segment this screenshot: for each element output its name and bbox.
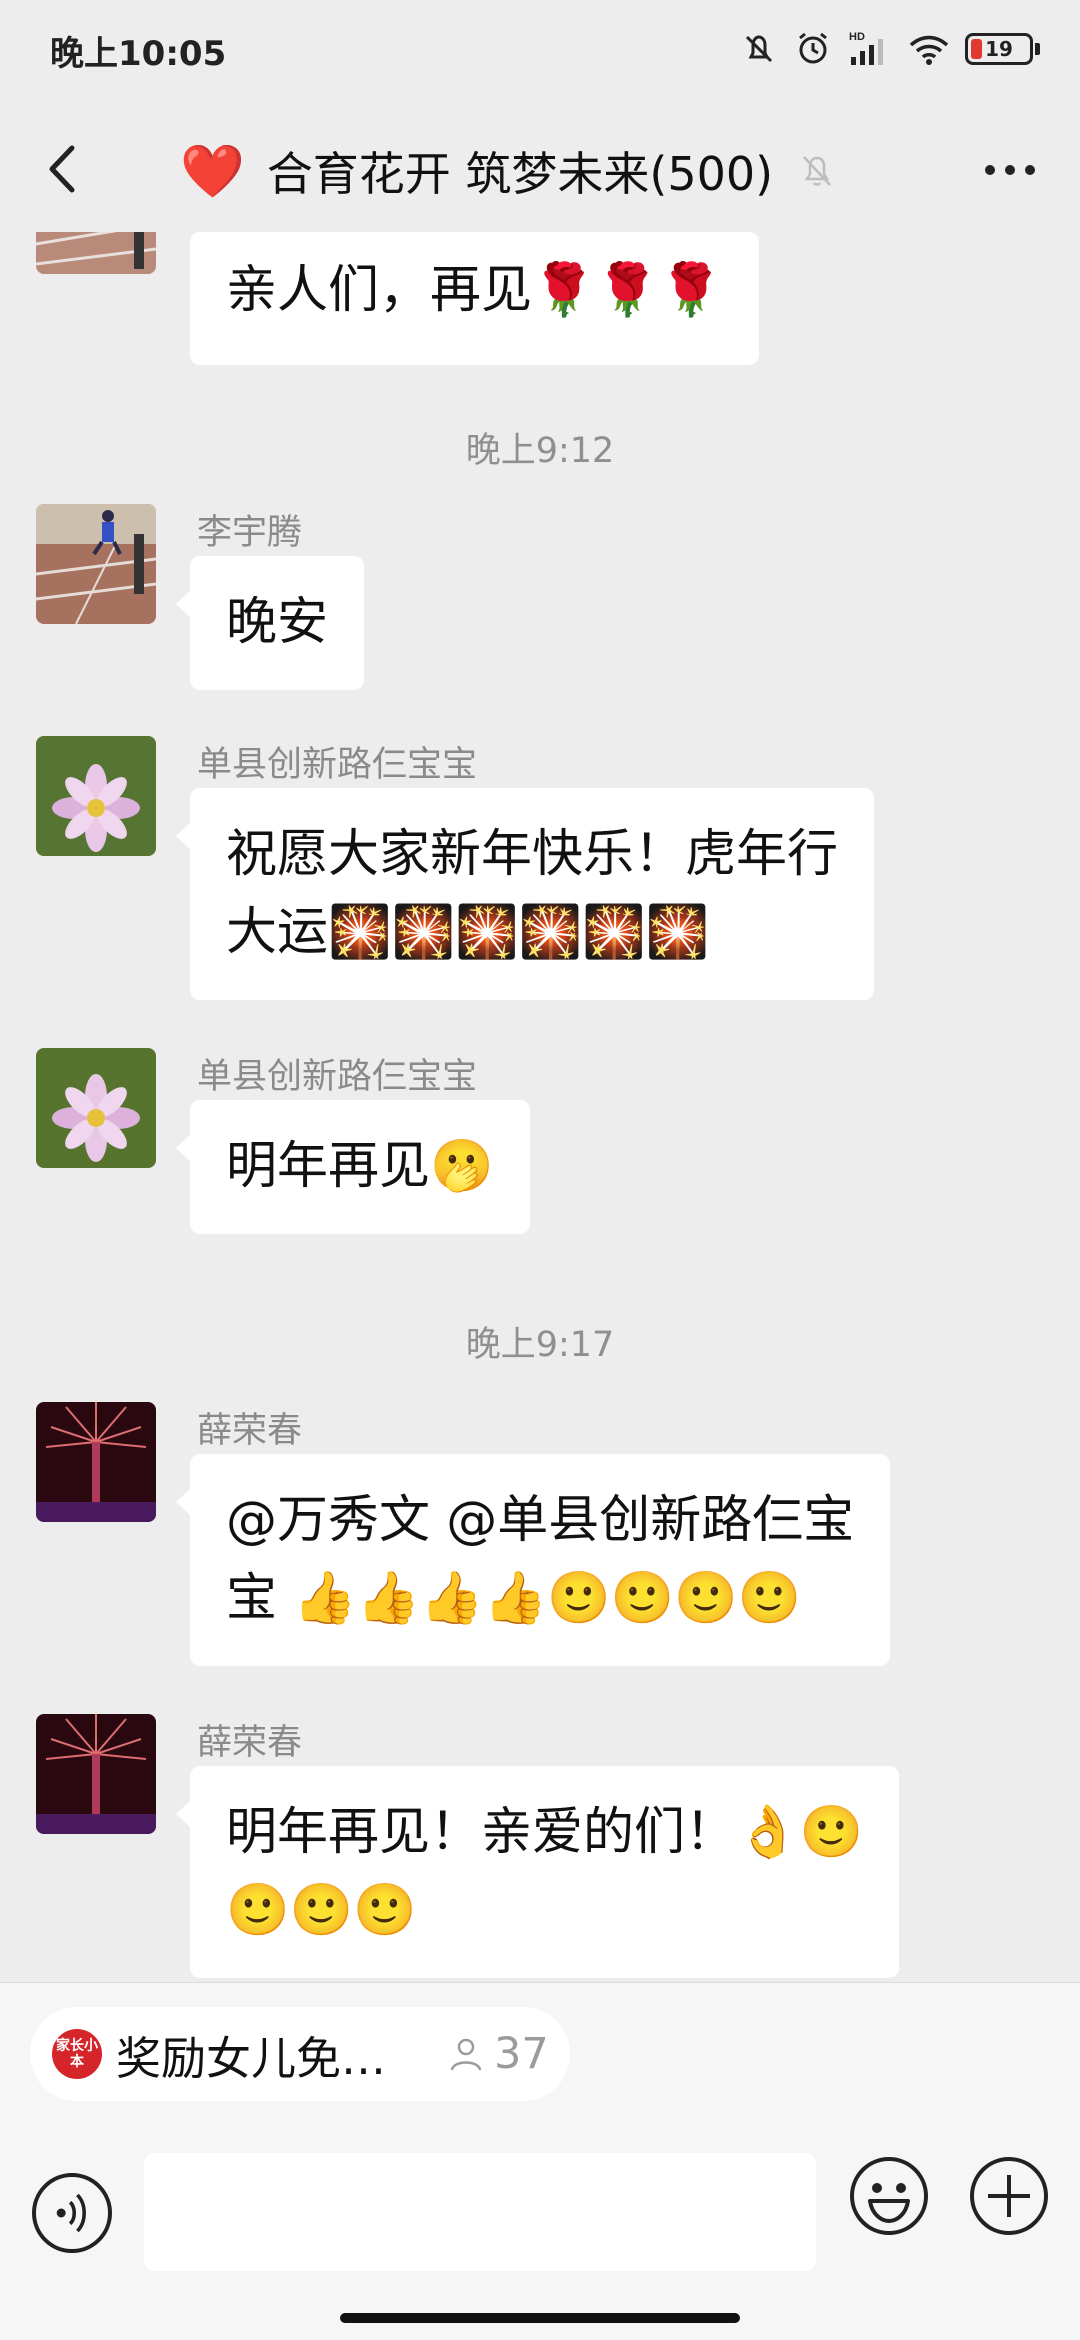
sender-name: 李宇腾: [197, 513, 303, 553]
mini-program-title: 奖励女儿免…: [116, 2031, 387, 2085]
muted-bell-icon: [803, 156, 831, 186]
alarm-icon: [799, 32, 827, 64]
battery-level: 19: [985, 37, 1013, 61]
mute-icon: [745, 35, 773, 63]
message-bubble[interactable]: @万秀文 @单县创新路仨宝宝 👍👍👍👍🙂🙂🙂🙂: [175, 1454, 891, 1666]
timestamp: 晚上9:17: [465, 1325, 615, 1365]
header-title-group: ❤️ 合育花开 筑梦未来(500): [180, 138, 839, 204]
avatar[interactable]: [36, 1402, 156, 1522]
battery-icon: 19: [965, 33, 1033, 65]
emoji-icon[interactable]: [848, 2155, 930, 2237]
status-time: 晚上10:05: [50, 34, 227, 74]
home-indicator[interactable]: [340, 2313, 740, 2323]
mini-program-logo: 家长小本: [52, 2029, 102, 2079]
voice-input-icon[interactable]: [32, 2173, 112, 2253]
sender-name: 薛荣春: [197, 1411, 303, 1451]
status-icons: HD 19: [739, 24, 1040, 74]
avatar[interactable]: [36, 1714, 156, 1834]
input-area: 家长小本 奖励女儿免… 37: [0, 1982, 1080, 2340]
message-bubble[interactable]: 明年再见🫢: [176, 1100, 530, 1234]
user-icon: [450, 2038, 482, 2071]
wifi-icon: [909, 35, 949, 65]
mini-program-card[interactable]: 家长小本 奖励女儿免… 37: [30, 2007, 570, 2101]
group-title: 合育花开 筑梦未来(500): [266, 147, 774, 201]
sender-name: 薛荣春: [197, 1723, 303, 1763]
message-bubble[interactable]: 晚安: [175, 556, 365, 690]
status-bar: 晚上10:05 HD 19: [0, 0, 1080, 100]
avatar[interactable]: [36, 736, 156, 856]
message-text-line: 🙂🙂🙂: [226, 1881, 417, 1940]
add-icon[interactable]: [968, 2155, 1050, 2237]
message-bubble[interactable]: 明年再见！亲爱的们！👌🙂 🙂🙂🙂: [175, 1766, 900, 1978]
message-text: 晚安: [226, 593, 329, 652]
avatar[interactable]: [36, 1048, 156, 1168]
back-icon[interactable]: [30, 134, 100, 204]
mini-program-viewers: 37: [446, 2029, 549, 2079]
message-input[interactable]: [144, 2153, 816, 2271]
sender-name: 单县创新路仨宝宝: [197, 745, 478, 785]
message-text: 亲人们，再见🌹🌹🌹: [226, 261, 723, 320]
message-bubble[interactable]: 亲人们，再见🌹🌹🌹: [190, 232, 759, 365]
heart-icon: ❤️: [180, 141, 245, 202]
message-text-line: 明年再见！亲爱的们！👌🙂: [226, 1803, 864, 1862]
signal-icon: HD: [849, 31, 883, 65]
message-text-line: 大运🎇🎇🎇🎇🎇🎇: [226, 903, 710, 962]
message-bubble[interactable]: 祝愿大家新年快乐！虎年行 大运🎇🎇🎇🎇🎇🎇: [175, 788, 875, 1000]
message-text-line: 宝 👍👍👍👍🙂🙂🙂🙂: [226, 1569, 802, 1628]
message-text-line: 祝愿大家新年快乐！虎年行: [226, 825, 839, 884]
message-text-line: @万秀文 @单县创新路仨宝: [226, 1491, 855, 1550]
message-text: 明年再见🫢: [226, 1137, 494, 1196]
avatar[interactable]: [36, 232, 156, 274]
chat-header: ❤️ 合育花开 筑梦未来(500): [0, 110, 1080, 230]
avatar[interactable]: [36, 504, 156, 624]
battery-tip: [1035, 43, 1040, 55]
more-options-icon[interactable]: [970, 140, 1050, 200]
sender-name: 单县创新路仨宝宝: [197, 1057, 478, 1097]
chat-area[interactable]: 亲人们，再见🌹🌹🌹 晚上9:12 李宇腾 晚安 单县创新路仨宝宝 祝愿大家新年快…: [0, 232, 1080, 1980]
timestamp: 晚上9:12: [465, 431, 615, 471]
network-type: HD: [849, 31, 865, 43]
viewer-count: 37: [494, 2029, 549, 2079]
